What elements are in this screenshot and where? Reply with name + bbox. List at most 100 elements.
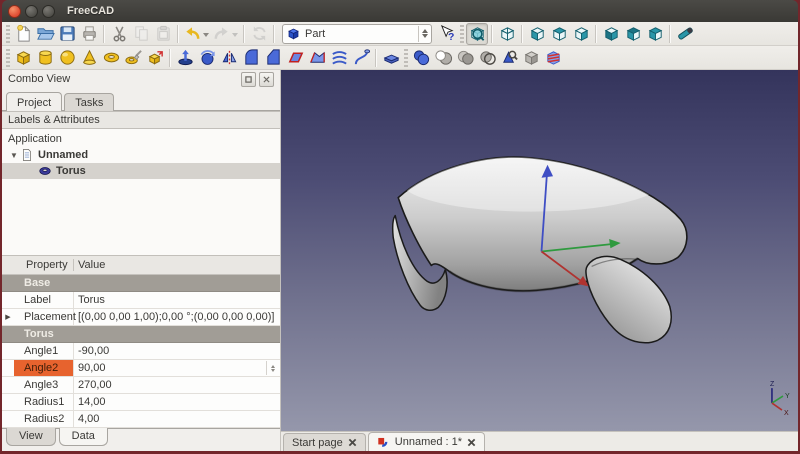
defeaturing-button[interactable] — [520, 47, 542, 69]
property-name[interactable]: Radius2 — [14, 411, 74, 427]
mdi-tab-start-page[interactable]: Start page — [283, 433, 366, 451]
view-top-button[interactable] — [548, 23, 570, 45]
minimize-window-button[interactable] — [25, 5, 38, 18]
close-tab-icon[interactable] — [467, 438, 476, 447]
axonometric-button[interactable] — [496, 23, 518, 45]
property-name[interactable]: Placement — [14, 309, 74, 325]
cone-button[interactable] — [78, 47, 100, 69]
sphere-button[interactable] — [56, 47, 78, 69]
property-name[interactable]: Radius1 — [14, 394, 74, 410]
panel-close-button[interactable] — [259, 72, 274, 87]
fit-all-button[interactable] — [466, 23, 488, 45]
property-value[interactable]: 14,00 — [74, 394, 280, 410]
whats-this-button[interactable]: ? — [436, 23, 458, 45]
paste-button[interactable] — [152, 23, 174, 45]
copy-button[interactable] — [130, 23, 152, 45]
property-value[interactable]: -90,00 — [74, 343, 280, 359]
tree-item-torus[interactable]: Torus — [2, 163, 280, 179]
property-row-label[interactable]: LabelTorus — [2, 292, 280, 309]
mirror-button[interactable] — [218, 47, 240, 69]
ruled-surface-button[interactable] — [306, 47, 328, 69]
view-right-button[interactable] — [570, 23, 592, 45]
section-button[interactable] — [476, 47, 498, 69]
workbench-spinner[interactable] — [418, 26, 428, 42]
property-name[interactable]: Angle1 — [14, 343, 74, 359]
svg-text:?: ? — [447, 32, 453, 43]
tree-item-document[interactable]: ▼Unnamed — [2, 147, 280, 163]
cut-button[interactable] — [108, 23, 130, 45]
toolbar-grip[interactable] — [6, 25, 10, 43]
titlebar[interactable]: FreeCAD — [2, 0, 798, 22]
close-tab-icon[interactable] — [348, 438, 357, 447]
cross-sections-button[interactable] — [542, 47, 564, 69]
view-right-icon — [572, 24, 591, 43]
tab-project[interactable]: Project — [6, 92, 62, 111]
box-button[interactable] — [12, 47, 34, 69]
cut-boolean-button[interactable] — [432, 47, 454, 69]
property-row-angle3[interactable]: Angle3270,00 — [2, 377, 280, 394]
property-row-radius2[interactable]: Radius24,00 — [2, 411, 280, 428]
view-front-button[interactable] — [526, 23, 548, 45]
tab-tasks[interactable]: Tasks — [64, 93, 114, 111]
property-value[interactable]: 4,00 — [74, 411, 280, 427]
toolbar-grip[interactable] — [460, 25, 464, 43]
refresh-button[interactable] — [248, 23, 270, 45]
check-geometry-button[interactable] — [498, 47, 520, 69]
view-bottom-button[interactable] — [622, 23, 644, 45]
property-group-torus[interactable]: Torus — [2, 326, 280, 343]
property-value[interactable]: [(0,00 0,00 1,00);0,00 °;(0,00 0,00 0,00… — [74, 309, 280, 325]
caret-down-icon[interactable] — [231, 26, 239, 42]
sphere-icon — [58, 48, 77, 67]
property-name[interactable]: Label — [14, 292, 74, 308]
compound-button[interactable] — [380, 47, 402, 69]
mdi-tab-unnamed-1-[interactable]: Unnamed : 1* — [368, 432, 485, 451]
shape-builder-button[interactable] — [144, 47, 166, 69]
toolbar-grip[interactable] — [6, 49, 10, 67]
value-spinner[interactable] — [266, 361, 279, 375]
property-value[interactable]: Torus — [74, 292, 280, 308]
caret-down-icon[interactable] — [202, 26, 210, 42]
measure-distance-button[interactable] — [674, 23, 696, 45]
tab-view[interactable]: View — [6, 428, 56, 446]
row-expander[interactable]: ▶ — [2, 313, 14, 321]
workbench-selector[interactable]: Part — [282, 24, 432, 44]
property-value[interactable]: 270,00 — [74, 377, 280, 393]
undo-button[interactable] — [182, 23, 211, 45]
tab-data[interactable]: Data — [59, 428, 108, 446]
property-row-angle2[interactable]: Angle290,00 — [2, 360, 280, 377]
cylinder-button[interactable] — [34, 47, 56, 69]
revolve-button[interactable] — [196, 47, 218, 69]
loft-button[interactable] — [328, 47, 350, 69]
view-rear-button[interactable] — [600, 23, 622, 45]
maximize-window-button[interactable] — [42, 5, 55, 18]
make-face-button[interactable] — [284, 47, 306, 69]
property-value[interactable]: 90,00 — [74, 360, 280, 376]
property-row-placement[interactable]: ▶Placement[(0,00 0,00 1,00);0,00 °;(0,00… — [2, 309, 280, 326]
redo-button[interactable] — [211, 23, 240, 45]
extrude-button[interactable] — [174, 47, 196, 69]
toolbar-grip[interactable] — [404, 49, 408, 67]
print-button[interactable] — [78, 23, 100, 45]
revolve-icon — [198, 48, 217, 67]
property-group-base[interactable]: Base — [2, 275, 280, 292]
new-document-button[interactable] — [12, 23, 34, 45]
fillet-button[interactable] — [240, 47, 262, 69]
view-left-button[interactable] — [644, 23, 666, 45]
property-row-angle1[interactable]: Angle1-90,00 — [2, 343, 280, 360]
chamfer-button[interactable] — [262, 47, 284, 69]
expander-icon[interactable]: ▼ — [8, 151, 20, 160]
3d-viewport[interactable]: Z Y X — [281, 70, 798, 431]
open-folder-button[interactable] — [34, 23, 56, 45]
sweep-button[interactable] — [350, 47, 372, 69]
property-row-radius1[interactable]: Radius114,00 — [2, 394, 280, 411]
property-name[interactable]: Angle3 — [14, 377, 74, 393]
close-window-button[interactable] — [8, 5, 21, 18]
intersection-button[interactable] — [454, 47, 476, 69]
chamfer-icon — [264, 48, 283, 67]
panel-float-button[interactable] — [241, 72, 256, 87]
primitives-button[interactable] — [122, 47, 144, 69]
boolean-button[interactable] — [410, 47, 432, 69]
save-button[interactable] — [56, 23, 78, 45]
torus-button[interactable] — [100, 47, 122, 69]
property-name[interactable]: Angle2 — [14, 360, 74, 376]
